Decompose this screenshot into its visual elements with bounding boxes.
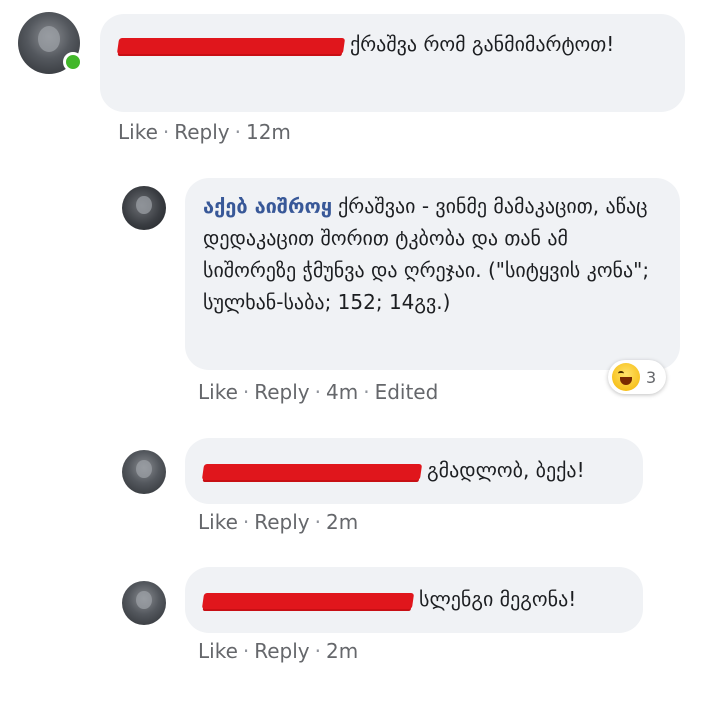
comment-4: სლენგი მეგონა! Like · Reply · 2m <box>0 565 712 675</box>
avatar-image <box>136 195 152 215</box>
comment-actions: Like · Reply · 2m <box>198 639 359 663</box>
avatar-image <box>136 590 152 610</box>
timestamp[interactable]: 4m <box>326 380 358 404</box>
avatar-image <box>136 459 152 479</box>
like-link[interactable]: Like <box>198 380 238 404</box>
avatar-image <box>37 25 61 52</box>
redacted-author-name <box>201 463 423 480</box>
haha-emoji-icon <box>612 363 640 391</box>
comment-3: გმადლობ, ბექა! Like · Reply · 2m <box>0 436 712 546</box>
redacted-author-name <box>116 37 346 54</box>
comment-actions: Like · Reply · 2m <box>198 510 359 534</box>
comment-bubble: ქრაშვა რომ განმიმარტოთ! <box>100 14 685 112</box>
timestamp[interactable]: 2m <box>326 510 358 534</box>
comment-1: ქრაშვა რომ განმიმარტოთ! Like · Reply · 12m <box>0 0 712 150</box>
online-status-icon <box>63 52 83 72</box>
comment-actions: Like · Reply · 12m <box>118 120 291 144</box>
timestamp[interactable]: 12m <box>246 120 291 144</box>
avatar[interactable] <box>122 581 166 625</box>
reaction-count: 3 <box>646 367 657 387</box>
avatar[interactable] <box>18 12 83 74</box>
author-name[interactable]: აქებ აიშროყ <box>203 194 332 218</box>
comment-bubble: გმადლობ, ბექა! <box>185 438 643 504</box>
reply-link[interactable]: Reply <box>174 120 229 144</box>
reply-link[interactable]: Reply <box>254 510 309 534</box>
timestamp[interactable]: 2m <box>326 639 358 663</box>
avatar[interactable] <box>122 186 166 230</box>
comment-text: ქრაშვა რომ განმიმარტოთ! <box>350 32 615 56</box>
comment-bubble: სლენგი მეგონა! <box>185 567 643 633</box>
like-link[interactable]: Like <box>118 120 158 144</box>
comment-text: გმადლობ, ბექა! <box>427 458 585 482</box>
reply-link[interactable]: Reply <box>254 380 309 404</box>
reaction-summary[interactable]: 3 <box>608 360 667 394</box>
avatar[interactable] <box>122 450 166 494</box>
comment-2: აქებ აიშროყ ქრაშვაი - ვინმე მამაკაცით, აწ… <box>0 170 712 420</box>
like-link[interactable]: Like <box>198 639 238 663</box>
redacted-author-name <box>201 592 415 609</box>
reply-link[interactable]: Reply <box>254 639 309 663</box>
edited-label: Edited <box>374 380 439 404</box>
comment-actions: Like · Reply · 4m · Edited <box>198 380 439 404</box>
comment-text: სლენგი მეგონა! <box>419 587 577 611</box>
comment-bubble: აქებ აიშროყ ქრაშვაი - ვინმე მამაკაცით, აწ… <box>185 178 680 370</box>
like-link[interactable]: Like <box>198 510 238 534</box>
